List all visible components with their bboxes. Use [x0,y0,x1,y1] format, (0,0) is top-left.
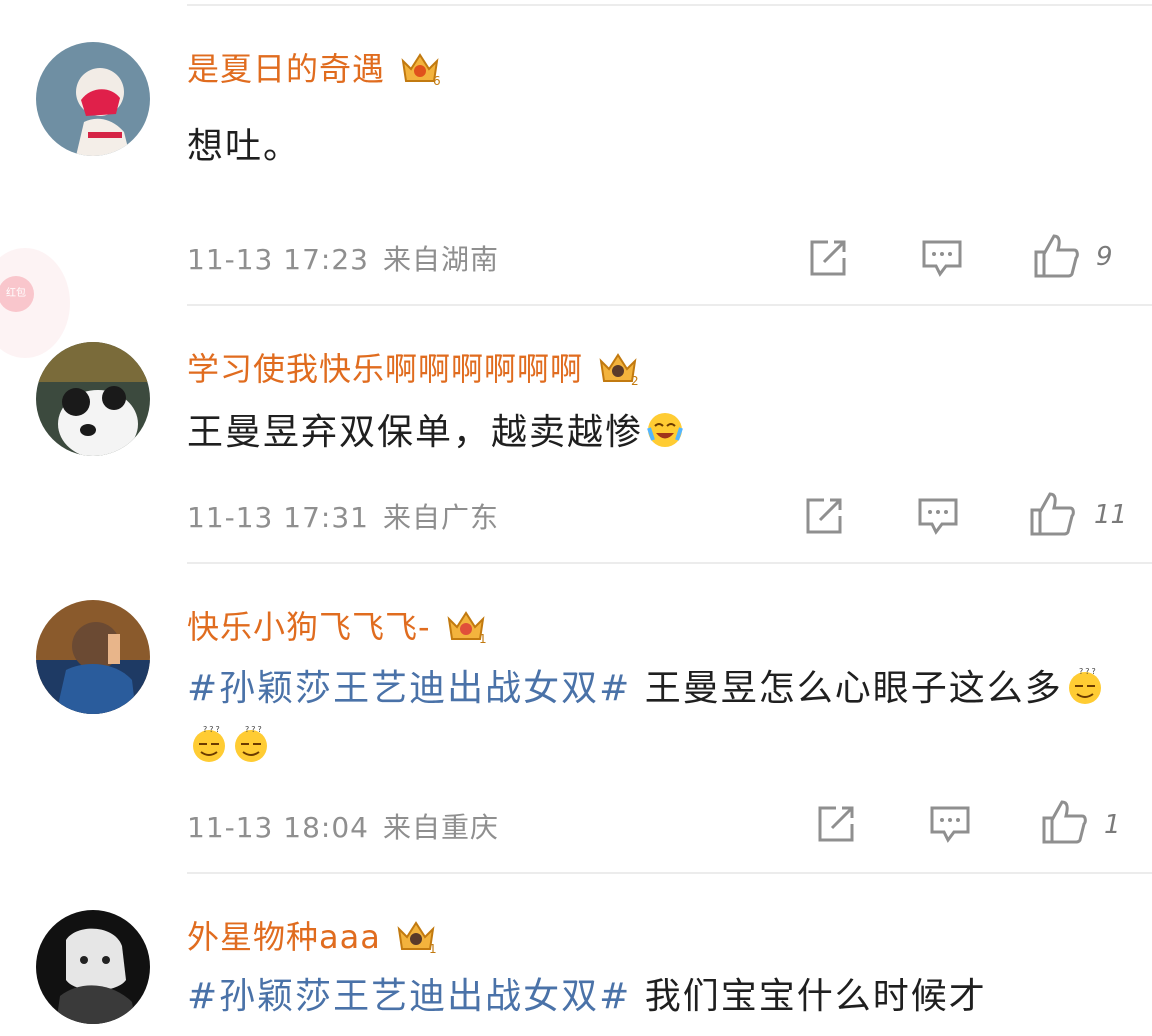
comment-text-body: 王曼昱怎么心眼子这么多 [631,668,1063,709]
comment-text-body: 我们宝宝什么时候才 [631,976,987,1017]
avatar[interactable] [36,342,150,456]
avatar[interactable] [36,42,150,156]
avatar[interactable] [36,600,150,714]
avatar-image-4 [36,910,150,1024]
hashtag-link[interactable]: #孙颖莎王艺迪出战女双# [187,668,631,709]
comment-text: #孙颖莎王艺迪出战女双# 我们宝宝什么时候才 [187,968,1112,1026]
avatar-image-1 [36,42,150,156]
avatar[interactable] [36,910,150,1024]
comment-meta: 11-13 17:31 来自广东 [187,496,499,536]
svg-text:???: ??? [245,725,264,734]
divider [187,562,1152,564]
username[interactable]: 快乐小狗飞飞飞- 1 [187,600,487,650]
confused-emoji: ??? [1065,666,1105,706]
hashtag-link[interactable]: #孙颖莎王艺迪出战女双# [187,976,631,1017]
crown-badge-icon: 6 [399,47,441,87]
avatar-image-3 [36,600,150,714]
comment-icon[interactable] [928,802,972,846]
comment-icon[interactable] [916,494,960,538]
share-icon[interactable] [814,802,858,846]
svg-text:6: 6 [433,74,441,87]
thumbs-up-icon[interactable] [1028,490,1076,538]
thumbs-up-icon[interactable] [1040,798,1088,846]
confused-emoji: ??? [189,724,229,764]
comment-text-body: 王曼昱弃双保单，越卖越惨 [187,412,644,453]
like-count: 1 [1104,810,1121,840]
comment-time: 11-13 18:04 [187,811,369,844]
username-text[interactable]: 外星物种aaa [187,912,381,958]
crown-badge-icon: 1 [445,605,487,645]
comment-text: #孙颖莎王艺迪出战女双# 王曼昱怎么心眼子这么多 ??? ??? ??? [187,660,1112,776]
comment-location: 来自广东 [382,501,499,534]
svg-text:???: ??? [203,725,222,734]
svg-text:1: 1 [429,942,437,955]
username[interactable]: 学习使我快乐啊啊啊啊啊啊 2 [187,342,639,392]
divider [187,872,1152,874]
username-text[interactable]: 学习使我快乐啊啊啊啊啊啊 [187,344,583,390]
like-count: 11 [1094,500,1128,530]
thumbs-up-icon[interactable] [1032,232,1080,280]
comment-location: 来自湖南 [382,243,499,276]
crown-badge-icon: 1 [395,915,437,955]
comment-meta: 11-13 17:23 来自湖南 [187,238,499,278]
comment-time: 11-13 17:23 [187,243,369,276]
comment-meta: 11-13 18:04 来自重庆 [187,806,499,846]
comment-text: 想吐。 [187,126,302,167]
share-icon[interactable] [802,494,846,538]
username[interactable]: 外星物种aaa 1 [187,910,437,960]
confused-emoji: ??? [231,724,271,764]
comment-location: 来自重庆 [382,811,499,844]
like-count: 9 [1096,242,1113,272]
comment-icon[interactable] [920,236,964,280]
username-text[interactable]: 快乐小狗飞飞飞- [187,602,431,648]
crying-laughing-emoji [645,410,685,450]
comment-time: 11-13 17:31 [187,501,369,534]
divider [187,304,1152,306]
svg-text:???: ??? [1079,667,1098,676]
svg-text:1: 1 [479,632,487,645]
username-text[interactable]: 是夏日的奇遇 [187,44,385,90]
share-icon[interactable] [806,236,850,280]
top-divider [187,4,1152,6]
avatar-image-2 [36,342,150,456]
crown-badge-icon: 2 [597,347,639,387]
comment-text: 王曼昱弃双保单，越卖越惨 [187,404,1112,462]
svg-text:2: 2 [631,374,639,387]
username[interactable]: 是夏日的奇遇 6 [187,42,441,92]
